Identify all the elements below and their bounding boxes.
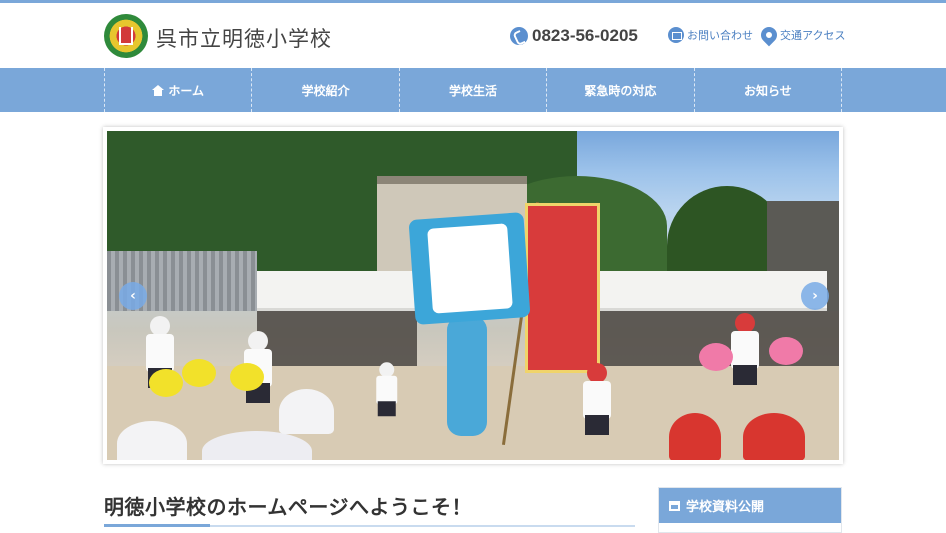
nav-item-emergency[interactable]: 緊急時の対応 xyxy=(547,68,695,112)
phone-number: 0823-56-0205 xyxy=(532,26,638,45)
photo-pompom xyxy=(230,363,264,391)
slider-prev-button[interactable]: ‹ xyxy=(119,282,147,310)
nav-item-label: 学校生活 xyxy=(449,83,498,98)
photo-hat xyxy=(117,421,187,460)
photo-pompom xyxy=(699,343,733,371)
photo-hat xyxy=(279,389,334,434)
nav-item-label: 緊急時の対応 xyxy=(584,83,657,98)
slider-photo: ‹ › xyxy=(107,131,839,460)
site-header: 呉市立明徳小学校 0823-56-0205 お問い合わせ 交通アクセス xyxy=(0,3,946,68)
child-body xyxy=(376,375,398,405)
mascot-face xyxy=(427,223,513,314)
child-head xyxy=(587,363,607,383)
welcome-heading: 明徳小学校のホームページへようこそ！ xyxy=(104,495,472,519)
school-logo[interactable] xyxy=(104,14,148,58)
sidebar-widget-documents: 学校資料公開 xyxy=(658,487,842,533)
photo-pompom xyxy=(182,359,216,387)
contact-link[interactable]: お問い合わせ xyxy=(668,27,753,43)
child-shorts xyxy=(733,365,757,385)
phone-number-block[interactable]: 0823-56-0205 xyxy=(510,26,638,46)
global-nav: ホーム 学校紹介 学校生活 緊急時の対応 お知らせ xyxy=(0,68,946,112)
nav-item-label: お知らせ xyxy=(743,83,792,98)
hero-slider: ‹ › xyxy=(103,127,843,464)
child-head xyxy=(248,331,268,351)
mail-icon xyxy=(668,27,684,43)
child-head xyxy=(735,313,755,333)
nav-item-label: ホーム xyxy=(168,83,205,98)
photo-mascot-body xyxy=(447,316,487,436)
widget-title-bar[interactable]: 学校資料公開 xyxy=(659,488,841,523)
map-pin-icon xyxy=(757,23,781,47)
photo-hat xyxy=(743,413,805,460)
access-link[interactable]: 交通アクセス xyxy=(757,23,846,47)
photo-pompom xyxy=(769,337,803,365)
contact-label: お問い合わせ xyxy=(687,29,753,42)
photo-banner xyxy=(525,203,600,373)
photo-tent xyxy=(587,271,827,311)
archive-icon xyxy=(669,500,680,511)
nav-item-school-life[interactable]: 学校生活 xyxy=(400,68,548,112)
heading-underline-accent xyxy=(104,524,210,527)
photo-child xyxy=(579,363,613,453)
slider-next-button[interactable]: › xyxy=(801,282,829,310)
logo-mark xyxy=(119,27,133,45)
chevron-left-icon: ‹ xyxy=(130,288,136,304)
home-icon xyxy=(152,84,165,96)
child-body xyxy=(146,334,174,372)
photo-hat xyxy=(669,413,721,460)
photo-child xyxy=(373,362,399,430)
child-body xyxy=(731,331,759,369)
child-body xyxy=(583,381,611,419)
photo-pompom xyxy=(149,369,183,397)
child-shorts xyxy=(585,415,609,435)
photo-tent xyxy=(257,271,417,311)
photo-mascot xyxy=(408,212,531,325)
child-head xyxy=(150,316,170,336)
nav-item-home[interactable]: ホーム xyxy=(105,68,253,112)
widget-title: 学校資料公開 xyxy=(686,500,765,515)
access-label: 交通アクセス xyxy=(780,29,846,42)
child-shorts xyxy=(377,401,396,417)
nav-item-news[interactable]: お知らせ xyxy=(695,68,843,112)
nav-item-school-intro[interactable]: 学校紹介 xyxy=(252,68,400,112)
chevron-right-icon: › xyxy=(812,288,818,304)
nav-item-label: 学校紹介 xyxy=(301,83,350,98)
phone-icon xyxy=(510,27,528,45)
site-title[interactable]: 呉市立明徳小学校 xyxy=(156,23,332,53)
